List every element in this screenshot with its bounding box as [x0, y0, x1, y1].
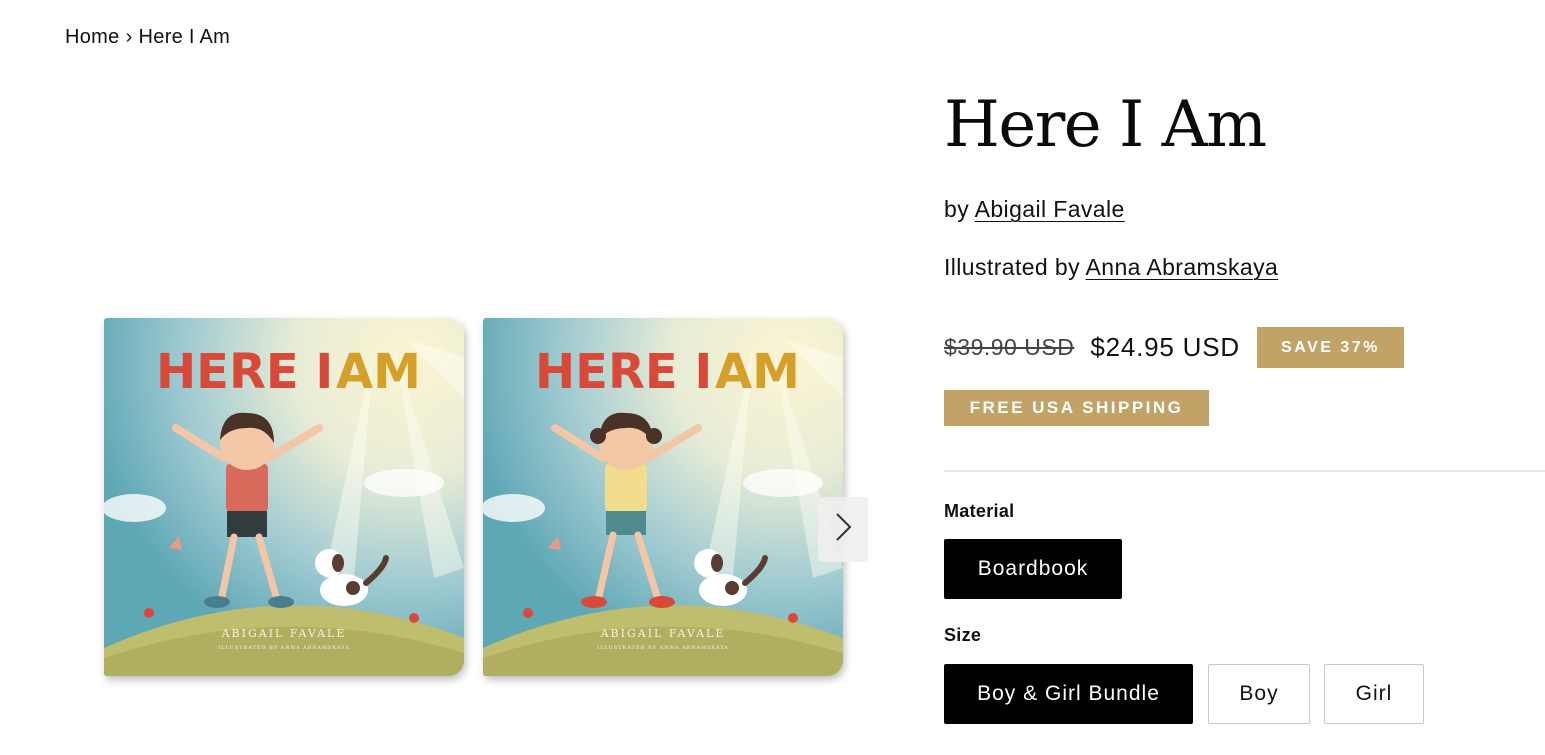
- material-label: Material: [944, 501, 1015, 521]
- price-row: $39.90 USD $24.95 USD SAVE 37%: [944, 327, 1404, 368]
- divider: [944, 470, 1545, 472]
- cover-illustrator: ILLUSTRATED BY ANNA ABRAMSKAYA: [218, 645, 350, 651]
- gallery-next-button[interactable]: [818, 497, 868, 562]
- save-badge: SAVE 37%: [1256, 327, 1404, 368]
- product-image-boy[interactable]: HERE I AM ABIGAIL FAVALE ILLUSTRATED BY …: [104, 318, 464, 676]
- illustrator-line: Illustrated by Anna Abramskaya: [944, 254, 1278, 281]
- author-prefix: by: [944, 196, 970, 222]
- product-image-girl[interactable]: HERE I AM ABIGAIL FAVALE ILLUSTRATED BY …: [483, 318, 843, 676]
- cover-author: ABIGAIL FAVALE: [221, 627, 347, 640]
- compare-at-price: $39.90 USD: [944, 334, 1075, 360]
- breadcrumb-home-link[interactable]: Home: [65, 26, 120, 48]
- cover-title-red: HERE I: [156, 344, 333, 400]
- chevron-right-icon: [834, 512, 852, 547]
- breadcrumb: Home › Here I Am: [65, 26, 230, 49]
- sale-price: $24.95 USD: [1090, 332, 1240, 362]
- product-title: Here I Am: [944, 88, 1267, 162]
- size-option-bundle[interactable]: Boy & Girl Bundle: [944, 664, 1193, 724]
- cover-author: ABIGAIL FAVALE: [600, 627, 726, 640]
- breadcrumb-current: Here I Am: [138, 26, 231, 48]
- illustrator-link[interactable]: Anna Abramskaya: [1086, 254, 1279, 280]
- free-shipping-badge: FREE USA SHIPPING: [944, 390, 1209, 426]
- material-option-boardbook[interactable]: Boardbook: [944, 539, 1122, 599]
- cover-illustrator: ILLUSTRATED BY ANNA ABRAMSKAYA: [597, 645, 729, 651]
- cover-title-gold: AM: [336, 344, 421, 400]
- size-option-girl[interactable]: Girl: [1324, 664, 1424, 724]
- breadcrumb-separator: ›: [125, 26, 133, 48]
- illustrator-prefix: Illustrated by: [944, 254, 1080, 280]
- size-label: Size: [944, 625, 982, 645]
- size-option-boy[interactable]: Boy: [1208, 664, 1310, 724]
- author-line: by Abigail Favale: [944, 196, 1125, 223]
- author-link[interactable]: Abigail Favale: [975, 196, 1125, 222]
- cover-title-gold: AM: [715, 344, 800, 400]
- cover-title-red: HERE I: [535, 344, 712, 400]
